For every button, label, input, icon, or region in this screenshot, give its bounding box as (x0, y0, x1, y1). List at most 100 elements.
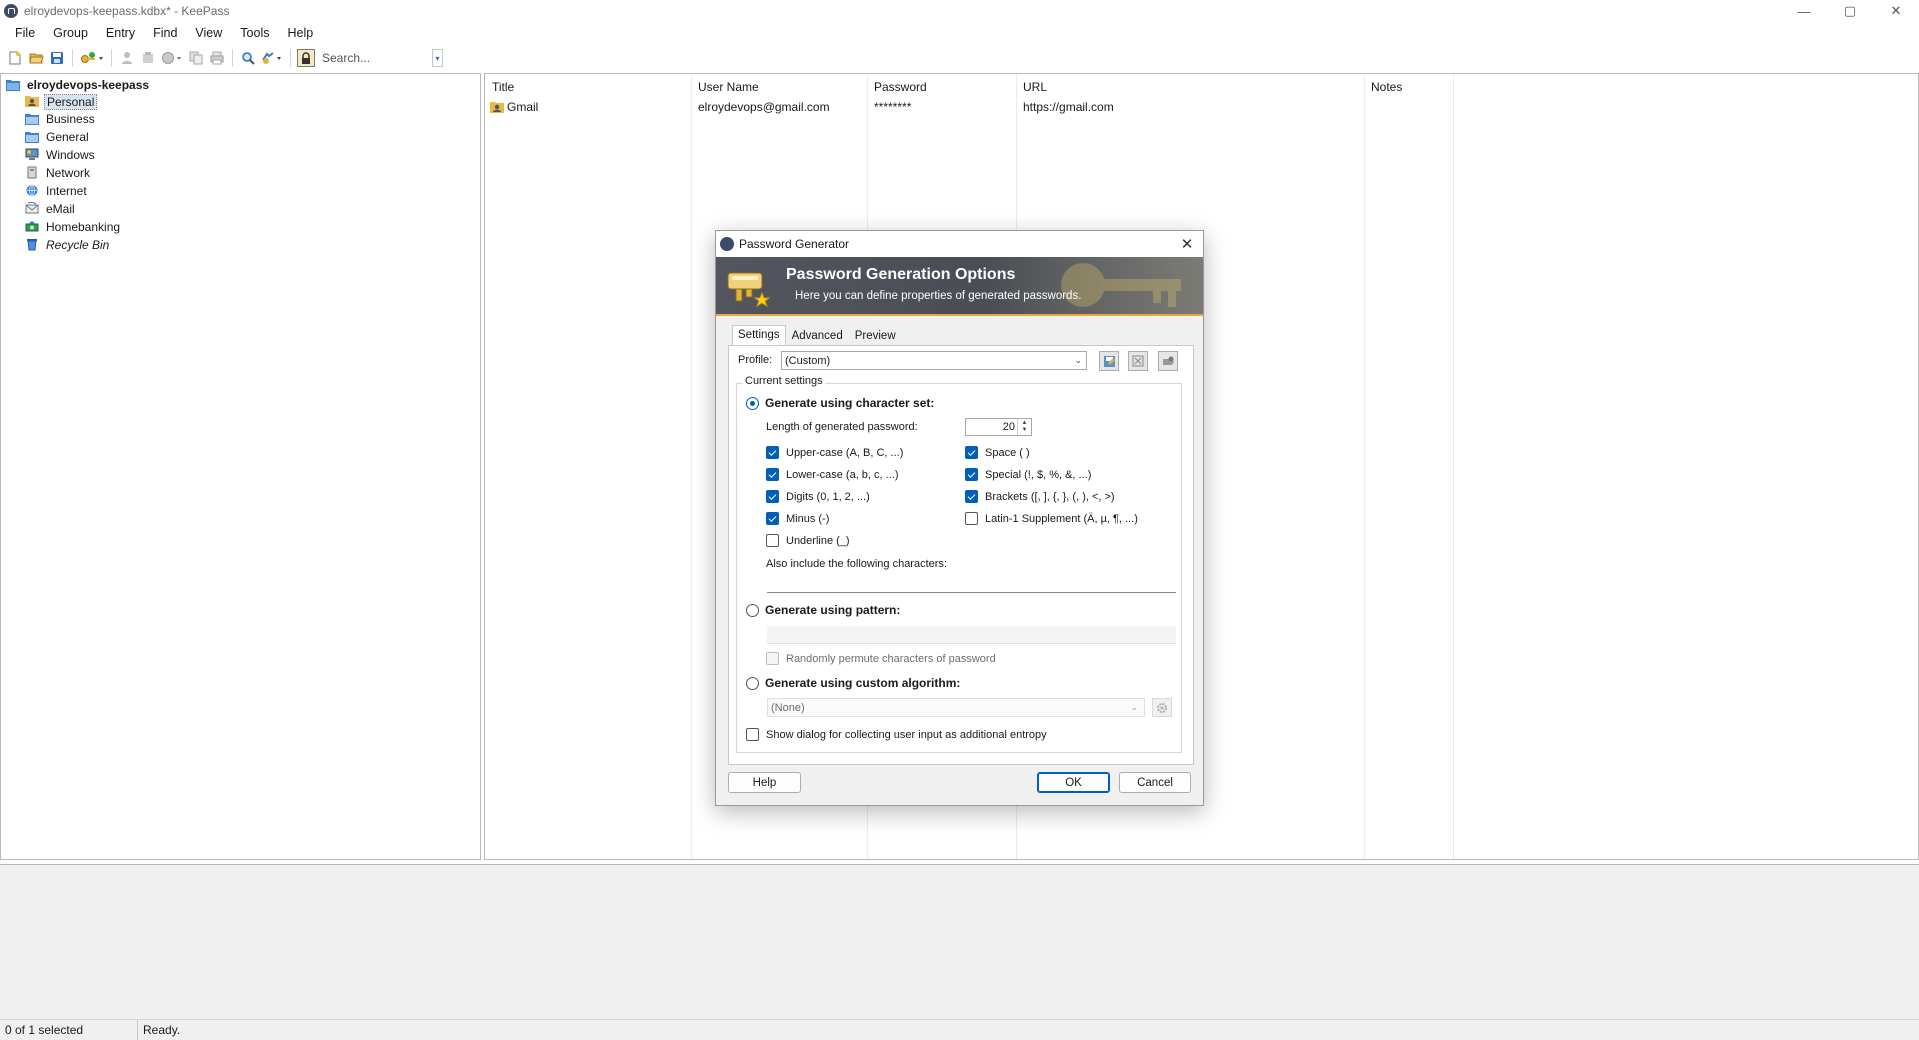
tree-item-general[interactable]: General (25, 128, 91, 145)
checkbox-underline[interactable]: Underline (_) (766, 534, 850, 547)
personal-folder-icon (25, 95, 39, 108)
checkbox-label: Underline (_) (786, 534, 850, 547)
email-icon (25, 202, 39, 215)
entry-details-panel (0, 864, 1919, 1019)
column-divider (1364, 74, 1365, 859)
stepper-down-icon[interactable]: ▼ (1022, 427, 1028, 434)
tree-item-internet[interactable]: Internet (25, 182, 89, 199)
mode-pattern-radio[interactable]: Generate using pattern: (746, 603, 900, 617)
table-row[interactable]: Gmail (485, 99, 538, 115)
column-header-url[interactable]: URL (1016, 78, 1047, 96)
search-dropdown-button[interactable]: ▾ (432, 49, 443, 67)
checkbox-label: Show dialog for collecting user input as… (766, 728, 1047, 741)
tree-item-business[interactable]: Business (25, 110, 97, 127)
tab-settings[interactable]: Settings (732, 325, 786, 345)
tree-item-recycle-bin[interactable]: Recycle Bin (25, 236, 111, 253)
binoculars-icon (262, 52, 281, 64)
delete-profile-button[interactable] (1128, 351, 1148, 371)
checkbox-checked (766, 490, 779, 503)
toolbar-separator (232, 49, 233, 67)
tree-item-email[interactable]: eMail (25, 200, 77, 217)
checkbox-minus[interactable]: Minus (-) (766, 512, 829, 525)
maximize-button[interactable]: ▢ (1827, 0, 1873, 22)
profile-select[interactable]: (Custom) ⌄ (781, 351, 1087, 370)
checkbox-checked (965, 490, 978, 503)
menu-file[interactable]: File (6, 23, 44, 43)
copy-icon (189, 51, 203, 65)
dialog-close-button[interactable]: ✕ (1177, 234, 1197, 254)
menu-entry[interactable]: Entry (97, 23, 144, 43)
menu-tools[interactable]: Tools (231, 23, 278, 43)
dialog-title: Password Generator (739, 237, 850, 251)
copy-password-button[interactable] (139, 49, 157, 67)
ok-button[interactable]: OK (1037, 772, 1110, 793)
tree-item-homebanking[interactable]: Homebanking (25, 218, 122, 235)
tab-preview[interactable]: Preview (849, 326, 902, 346)
menu-help[interactable]: Help (278, 23, 322, 43)
close-window-button[interactable]: ✕ (1873, 0, 1919, 22)
status-bar: 0 of 1 selected Ready. (0, 1019, 1919, 1040)
user-icon (122, 52, 132, 64)
menu-group[interactable]: Group (44, 23, 97, 43)
algorithm-select[interactable]: (None) ⌄ (767, 698, 1145, 717)
menu-view[interactable]: View (186, 23, 231, 43)
save-profile-button[interactable] (1099, 351, 1119, 371)
checkbox-latin1[interactable]: Latin-1 Supplement (Ä, µ, ¶, ...) (965, 512, 1138, 525)
save-button[interactable] (48, 49, 66, 67)
column-header-password[interactable]: Password (867, 78, 927, 96)
keepass-lock-icon (720, 237, 734, 251)
checkbox-space[interactable]: Space ( ) (965, 446, 1030, 459)
lock-view-button[interactable] (260, 49, 284, 67)
column-header-title[interactable]: Title (485, 78, 514, 96)
profile-options-button[interactable] (1158, 351, 1178, 371)
checkbox-lowercase[interactable]: Lower-case (a, b, c, ...) (766, 468, 898, 481)
add-entry-button[interactable] (79, 49, 105, 67)
column-header-username[interactable]: User Name (691, 78, 759, 96)
length-value: 20 (1002, 421, 1015, 433)
stepper-up-icon[interactable]: ▲ (1022, 420, 1028, 427)
checkbox-uppercase[interactable]: Upper-case (A, B, C, ...) (766, 446, 903, 459)
copy-entry-button[interactable] (187, 49, 205, 67)
stepper-arrows-icon[interactable]: ▲ ▼ (1017, 419, 1031, 435)
magnifier-icon (242, 52, 255, 65)
menu-find[interactable]: Find (144, 23, 186, 43)
copy-username-button[interactable] (118, 49, 136, 67)
minimize-button[interactable]: — (1781, 0, 1827, 22)
banner-title: Password Generation Options (786, 266, 1016, 283)
checkbox-entropy[interactable]: Show dialog for collecting user input as… (746, 728, 1047, 741)
tab-advanced[interactable]: Advanced (786, 326, 849, 346)
tree-root-database[interactable]: elroydevops-keepass (6, 76, 151, 93)
find-button[interactable] (239, 49, 257, 67)
dialog-title-bar: Password Generator ✕ (716, 231, 1203, 257)
length-stepper[interactable]: 20 ▲ ▼ (965, 418, 1032, 436)
checkbox-permute[interactable]: Randomly permute characters of password (766, 652, 996, 665)
column-header-notes[interactable]: Notes (1364, 78, 1402, 96)
mode-charset-radio[interactable]: Generate using character set: (746, 396, 934, 410)
checkbox-checked (965, 468, 978, 481)
open-database-button[interactable] (27, 49, 45, 67)
lock-workspace-button[interactable] (297, 49, 315, 67)
entry-title: Gmail (507, 100, 539, 114)
status-state: Ready. (143, 1023, 181, 1037)
add-entry-key-icon (81, 52, 103, 63)
search-input[interactable] (322, 49, 432, 67)
checkbox-digits[interactable]: Digits (0, 1, 2, ...) (766, 490, 870, 503)
help-button[interactable]: Help (728, 772, 801, 793)
checkbox-brackets[interactable]: Brackets ([, ], {, }, (, ), <, >) (965, 490, 1115, 503)
tree-item-personal[interactable]: Personal (25, 93, 98, 110)
mode-custom-radio[interactable]: Generate using custom algorithm: (746, 676, 960, 690)
open-url-button[interactable] (160, 49, 184, 67)
print-button[interactable] (208, 49, 226, 67)
profile-label: Profile: (738, 354, 773, 366)
algorithm-options-button[interactable] (1152, 698, 1172, 717)
window-controls: — ▢ ✕ (1781, 0, 1919, 22)
also-include-input[interactable] (767, 575, 1176, 593)
pattern-input[interactable] (767, 626, 1176, 644)
tree-item-windows[interactable]: Windows (25, 146, 97, 163)
new-database-button[interactable] (6, 49, 24, 67)
cancel-button[interactable]: Cancel (1119, 772, 1191, 793)
checkbox-special[interactable]: Special (!, $, %, &, ...) (965, 468, 1091, 481)
tree-item-network[interactable]: Network (25, 164, 92, 181)
checkbox-unchecked (965, 512, 978, 525)
entry-url: https://gmail.com (1023, 100, 1114, 114)
